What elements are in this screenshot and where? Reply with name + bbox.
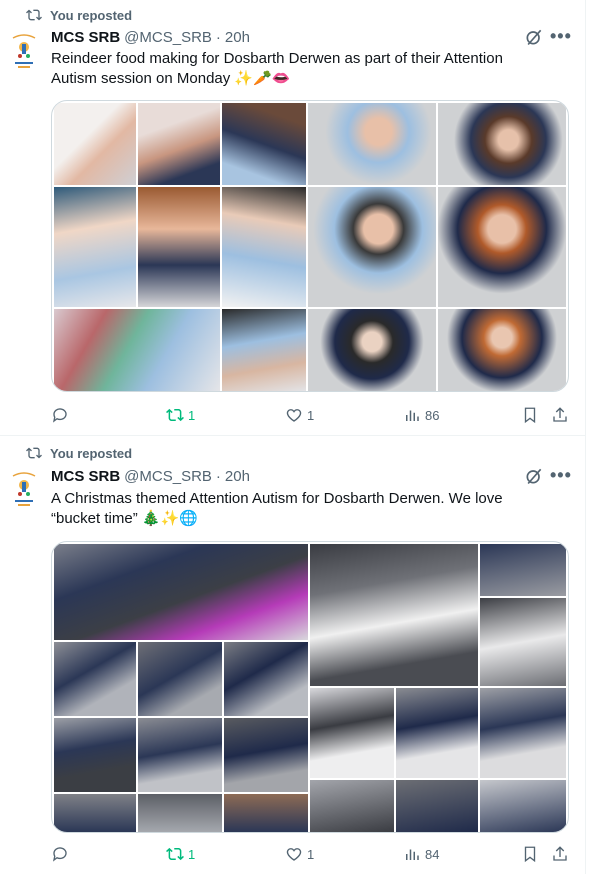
photo[interactable] [396,688,478,778]
share-button[interactable] [551,845,569,863]
bookmark-icon [524,407,536,424]
photo[interactable] [138,794,222,832]
photo[interactable] [54,103,136,185]
views-icon [406,849,419,860]
photo-collage[interactable] [51,541,569,833]
photo[interactable] [310,544,478,686]
tweet-text-line: “bucket time” 🎄✨🌐 [51,510,198,527]
photo[interactable] [224,794,308,832]
tweet-text: A Christmas themed Attention Autism for … [51,489,571,529]
photo[interactable] [54,718,136,792]
separator: · [215,468,221,485]
timestamp[interactable]: 20h [225,468,250,485]
author-name[interactable]: MCS SRB [51,29,120,46]
photo[interactable] [480,598,566,686]
photo[interactable] [480,780,566,832]
heart-icon [286,848,302,861]
tweet-header: MCS SRB @MCS_SRB · 20h [51,29,250,46]
photo[interactable] [222,309,306,391]
tweet-text-line: Reindeer food making for Dosbarth Derwen… [51,50,503,67]
reply-button[interactable] [51,845,73,863]
tweet-text-line: Autism session on Monday ✨🥕👄 [51,70,291,87]
photo[interactable] [54,642,136,716]
like-count: 1 [307,407,315,423]
more-icon[interactable]: ••• [550,465,572,486]
photo[interactable] [480,688,566,778]
repost-label: You reposted [50,7,133,23]
tweet-header: MCS SRB @MCS_SRB · 20h [51,468,250,485]
repost-count: 1 [188,407,196,423]
photo[interactable] [54,309,220,391]
repost-icon [166,847,184,861]
avatar[interactable] [9,468,39,510]
author-handle[interactable]: @MCS_SRB [124,468,212,485]
like-button[interactable]: 1 [285,845,314,863]
tweet-text: Reindeer food making for Dosbarth Derwen… [51,49,571,89]
tweet-text-line: A Christmas themed Attention Autism for … [51,490,503,507]
heart-icon [286,409,302,422]
tweet-actions: 1 1 84 [51,845,571,865]
like-button[interactable]: 1 [285,406,314,424]
repost-indicator: You reposted [26,445,132,461]
view-count: 84 [425,846,440,862]
photo[interactable] [222,103,306,185]
photo[interactable] [310,780,394,832]
reply-button[interactable] [51,406,73,424]
like-count: 1 [307,846,315,862]
photo[interactable] [138,718,222,792]
repost-button[interactable]: 1 [166,845,195,863]
photo[interactable] [308,103,436,185]
photo[interactable] [54,794,136,832]
photo[interactable] [438,187,566,307]
views-button[interactable]: 84 [403,845,439,863]
photo[interactable] [54,544,308,640]
bookmark-button[interactable] [521,845,539,863]
photo[interactable] [54,187,136,307]
tweet-actions: 1 1 86 [51,406,571,426]
author-name[interactable]: MCS SRB [51,468,120,485]
repost-button[interactable]: 1 [166,406,195,424]
author-handle[interactable]: @MCS_SRB [124,29,212,46]
photo[interactable] [310,688,394,778]
reply-icon [52,847,67,862]
photo-collage[interactable] [51,100,569,392]
reply-icon [52,408,67,423]
photo[interactable] [222,187,306,307]
photo[interactable] [138,642,222,716]
photo[interactable] [438,103,566,185]
bookmark-icon [524,846,536,863]
share-icon [553,407,567,422]
avatar[interactable] [9,30,39,72]
share-button[interactable] [551,406,569,424]
repost-indicator: You reposted [26,7,132,23]
photo[interactable] [308,309,436,391]
tweet-2[interactable]: You reposted MCS SRB @MCS_SRB · 20h ••• … [0,437,586,874]
repost-icon [166,408,184,422]
photo[interactable] [224,642,308,716]
photo[interactable] [480,544,566,596]
photo[interactable] [308,187,436,307]
photo[interactable] [438,309,566,391]
photo[interactable] [138,103,220,185]
photo[interactable] [224,718,308,792]
more-icon[interactable]: ••• [550,26,572,47]
share-icon [553,846,567,861]
views-icon [406,410,419,421]
photo[interactable] [396,780,478,832]
grok-icon[interactable] [524,466,544,486]
repost-label: You reposted [50,445,133,461]
timestamp[interactable]: 20h [225,29,250,46]
repost-icon [26,9,42,21]
repost-icon [26,447,42,459]
grok-icon[interactable] [524,27,544,47]
views-button[interactable]: 86 [403,406,439,424]
tweet-1[interactable]: You reposted MCS SRB @MCS_SRB · 20h ••• … [0,0,586,436]
separator: · [215,29,221,46]
view-count: 86 [425,407,440,423]
repost-count: 1 [188,846,196,862]
photo[interactable] [138,187,220,307]
bookmark-button[interactable] [521,406,539,424]
